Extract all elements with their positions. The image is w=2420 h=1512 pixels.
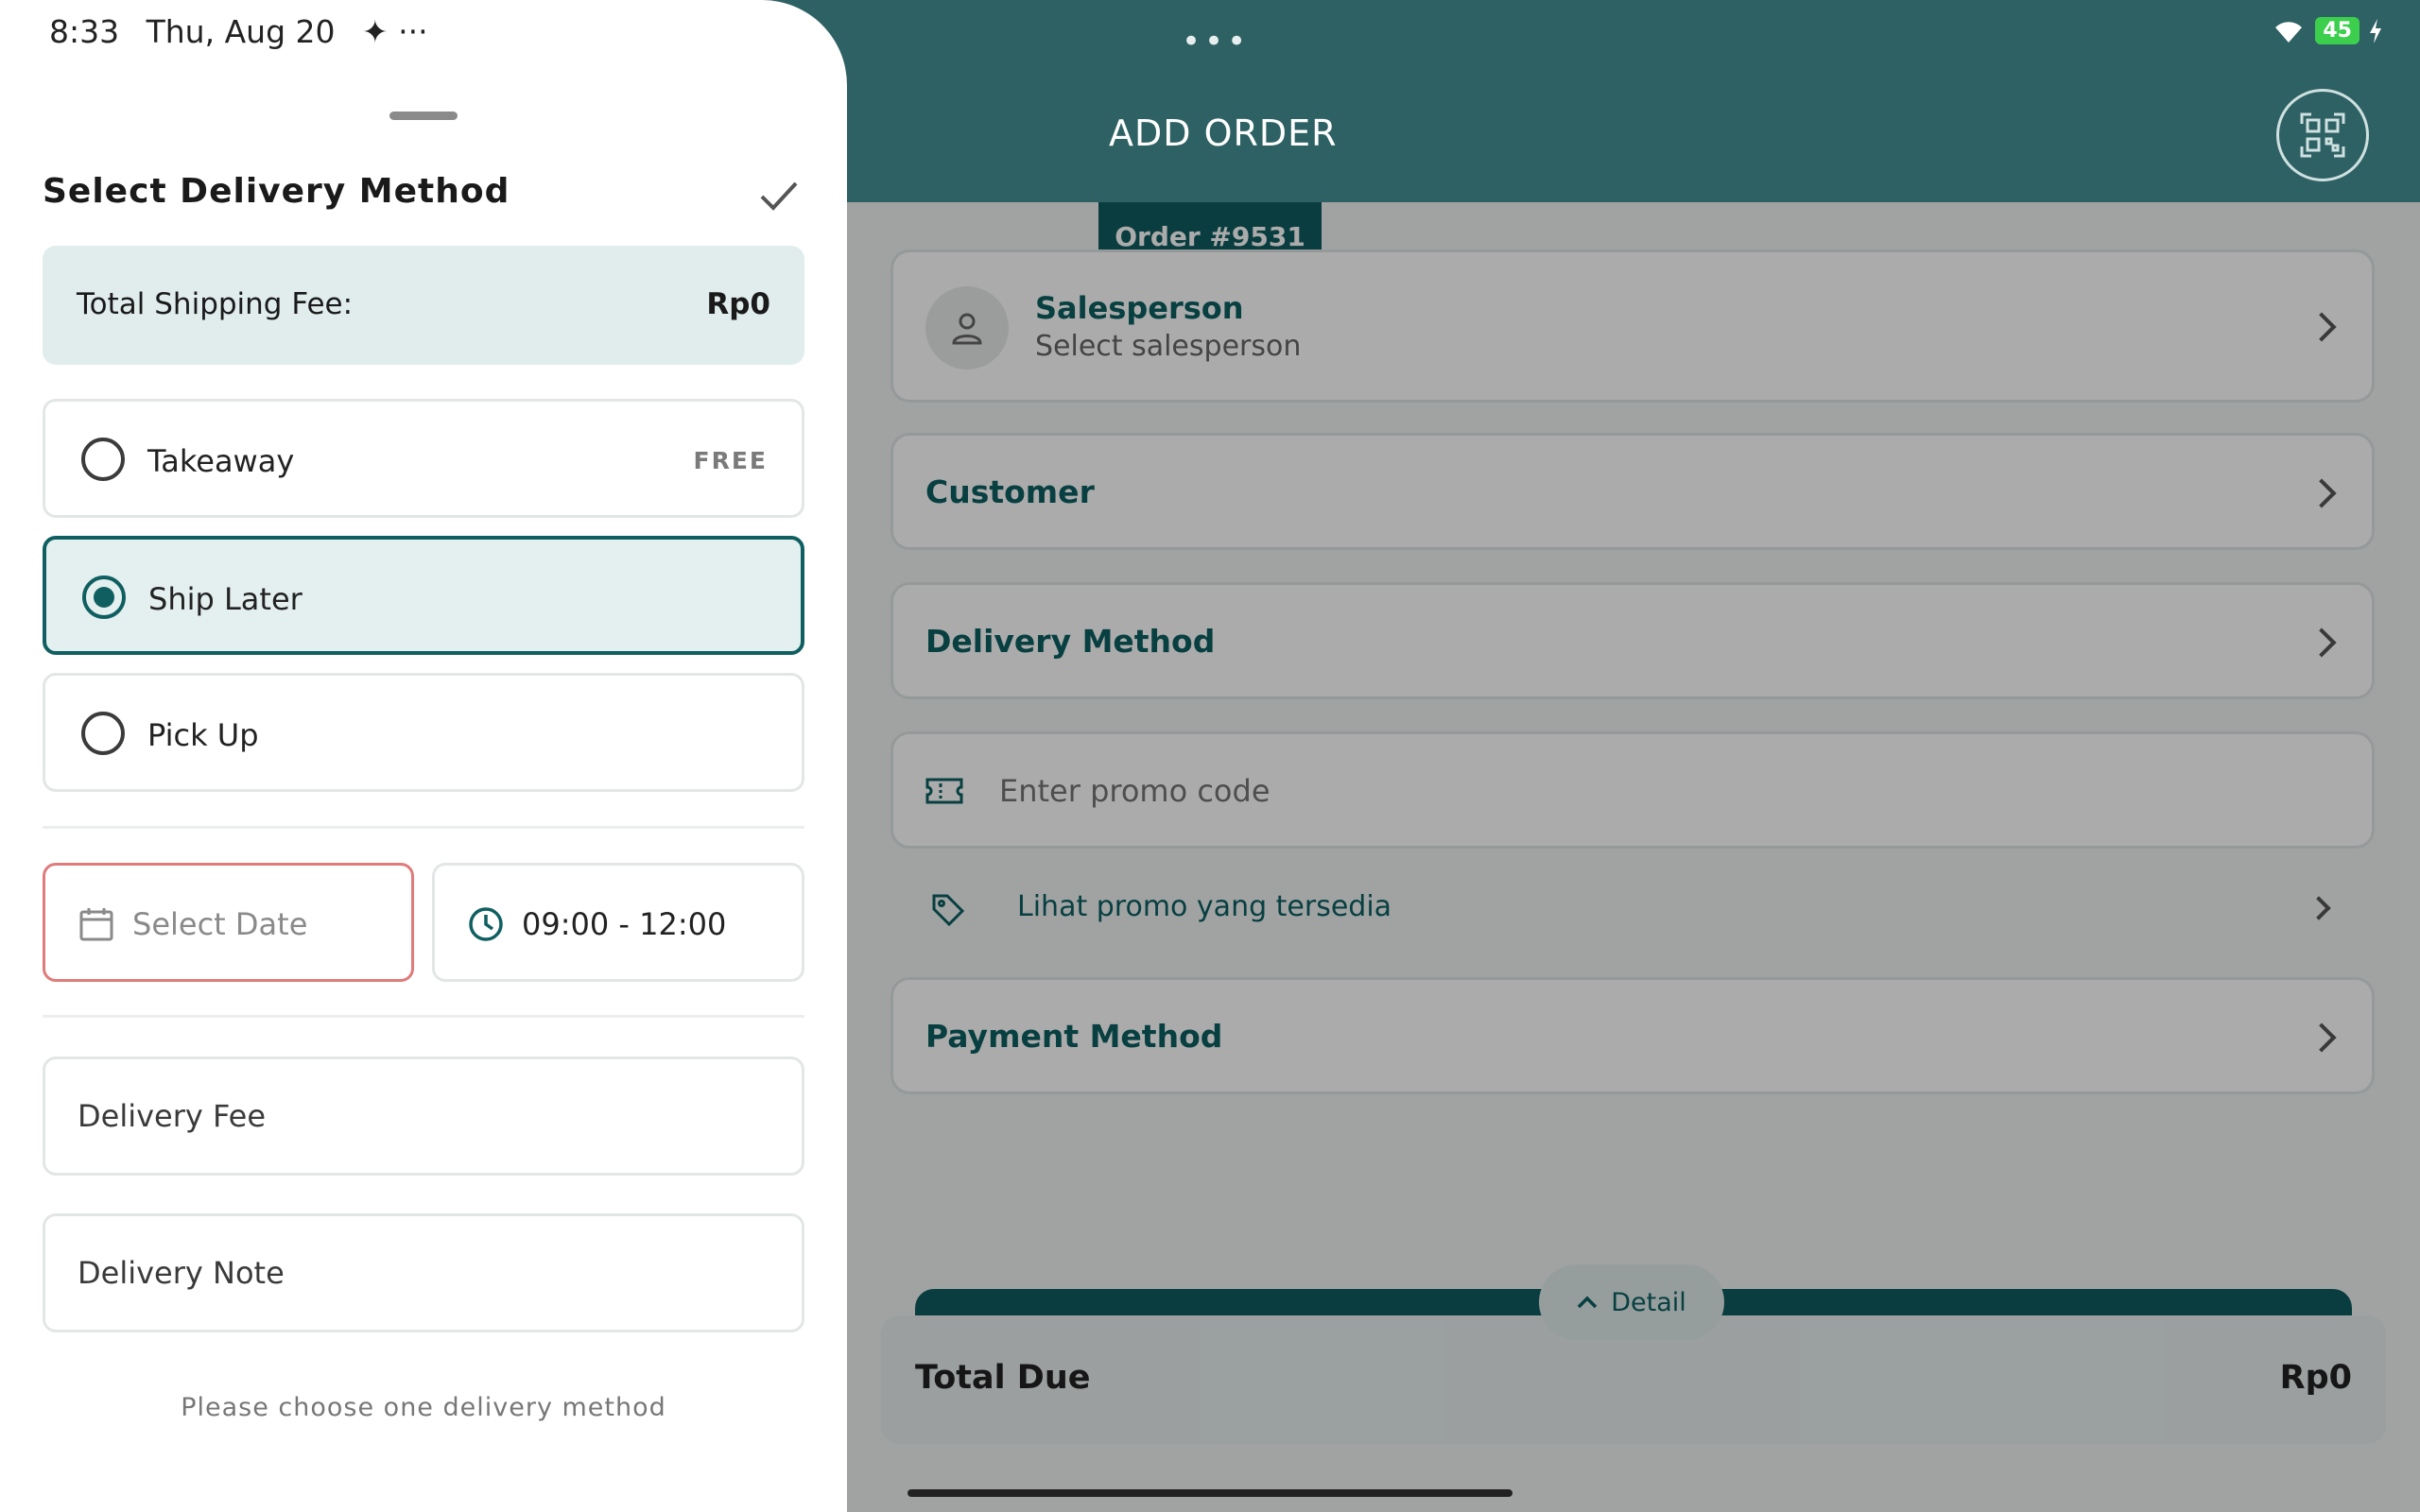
status-extra: ✦ ··· xyxy=(362,13,428,50)
confirm-button[interactable] xyxy=(752,168,805,221)
status-bar-left: 8:33 Thu, Aug 20 ✦ ··· xyxy=(49,13,428,50)
sheet-grabber[interactable] xyxy=(389,112,458,120)
option-ship-later[interactable]: Ship Later xyxy=(43,536,804,655)
delivery-note-input[interactable] xyxy=(78,1245,758,1301)
battery-icon: 45 xyxy=(2315,17,2360,44)
radio-button[interactable] xyxy=(81,438,125,481)
charging-icon xyxy=(2370,18,2381,43)
date-picker-field[interactable]: Select Date xyxy=(43,863,414,982)
shipping-fee-value: Rp0 xyxy=(706,287,770,321)
qr-scan-icon xyxy=(2300,112,2345,158)
divider xyxy=(43,826,804,829)
option-label: Pick Up xyxy=(147,717,259,753)
page-title: ADD ORDER xyxy=(1109,112,1338,154)
wifi-icon xyxy=(2275,21,2303,43)
shipping-fee-box: Total Shipping Fee: Rp0 xyxy=(43,246,804,365)
time-picker-field[interactable]: 09:00 - 12:00 xyxy=(432,863,804,982)
radio-button-selected[interactable] xyxy=(82,576,126,619)
option-label: Takeaway xyxy=(147,443,295,479)
helper-text: Please choose one delivery method xyxy=(181,1393,666,1422)
check-icon xyxy=(760,181,798,211)
radio-dot xyxy=(94,587,114,608)
status-bar-right: 45 xyxy=(2272,17,2382,44)
option-takeaway[interactable]: Takeaway FREE xyxy=(43,399,804,518)
sheet-title: Select Delivery Method xyxy=(43,172,510,211)
clock-icon xyxy=(469,907,503,941)
status-date: Thu, Aug 20 xyxy=(146,13,336,50)
delivery-fee-input[interactable] xyxy=(78,1088,758,1144)
multitask-dots[interactable]: ••• xyxy=(1182,23,1250,60)
option-label: Ship Later xyxy=(148,581,302,617)
free-badge: FREE xyxy=(693,447,768,474)
shipping-fee-label: Total Shipping Fee: xyxy=(77,287,354,321)
status-time: 8:33 xyxy=(49,13,120,50)
calendar-icon xyxy=(79,908,113,941)
time-value: 09:00 - 12:00 xyxy=(522,906,727,942)
divider xyxy=(43,1015,804,1018)
qr-scan-button[interactable] xyxy=(2276,89,2369,181)
option-pick-up[interactable]: Pick Up xyxy=(43,673,804,792)
date-placeholder: Select Date xyxy=(132,906,308,942)
delivery-method-sheet: 8:33 Thu, Aug 20 ✦ ··· Select Delivery M… xyxy=(0,0,847,1512)
delivery-fee-field xyxy=(43,1057,804,1176)
delivery-note-field xyxy=(43,1213,804,1332)
radio-button[interactable] xyxy=(81,712,125,755)
